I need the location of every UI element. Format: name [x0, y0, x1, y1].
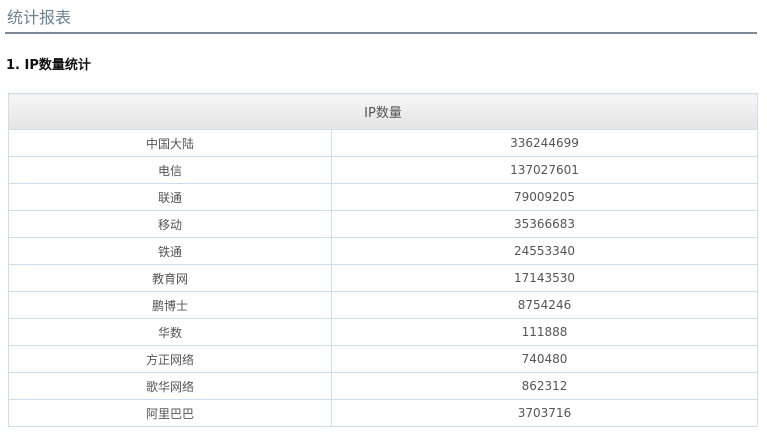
ip-count: 137027601 — [331, 156, 758, 184]
table-row: 华数 111888 — [8, 318, 758, 346]
table-row: 联通 79009205 — [8, 183, 758, 211]
table-row: 鹏博士 8754246 — [8, 291, 758, 319]
ip-count: 111888 — [331, 318, 758, 346]
ip-count: 24553340 — [331, 237, 758, 265]
isp-name: 铁通 — [8, 237, 332, 265]
ip-count: 79009205 — [331, 183, 758, 211]
table-row: 歌华网络 862312 — [8, 372, 758, 400]
ip-count: 740480 — [331, 345, 758, 373]
ip-count: 336244699 — [331, 129, 758, 157]
table-row: 移动 35366683 — [8, 210, 758, 238]
isp-name: 华数 — [8, 318, 332, 346]
table-row: 阿里巴巴 3703716 — [8, 399, 758, 427]
table-header: IP数量 — [8, 93, 758, 130]
table-row: 教育网 17143530 — [8, 264, 758, 292]
ip-count: 862312 — [331, 372, 758, 400]
isp-name: 方正网络 — [8, 345, 332, 373]
isp-name: 歌华网络 — [8, 372, 332, 400]
section-title: 1. IP数量统计 — [6, 58, 91, 73]
isp-name: 阿里巴巴 — [8, 399, 332, 427]
isp-name: 中国大陆 — [8, 129, 332, 157]
table-row: 方正网络 740480 — [8, 345, 758, 373]
isp-name: 教育网 — [8, 264, 332, 292]
table-row: 铁通 24553340 — [8, 237, 758, 265]
isp-name: 联通 — [8, 183, 332, 211]
ip-count-table: IP数量 中国大陆 336244699 电信 137027601 联通 79009205 移… — [8, 93, 758, 427]
isp-name: 电信 — [8, 156, 332, 184]
ip-count: 35366683 — [331, 210, 758, 238]
table-row: 中国大陆 336244699 — [8, 129, 758, 157]
ip-count: 8754246 — [331, 291, 758, 319]
page-title: 统计报表 — [7, 8, 72, 27]
title-divider — [5, 32, 757, 34]
isp-name: 移动 — [8, 210, 332, 238]
ip-count: 17143530 — [331, 264, 758, 292]
isp-name: 鹏博士 — [8, 291, 332, 319]
ip-count: 3703716 — [331, 399, 758, 427]
table-row: 电信 137027601 — [8, 156, 758, 184]
